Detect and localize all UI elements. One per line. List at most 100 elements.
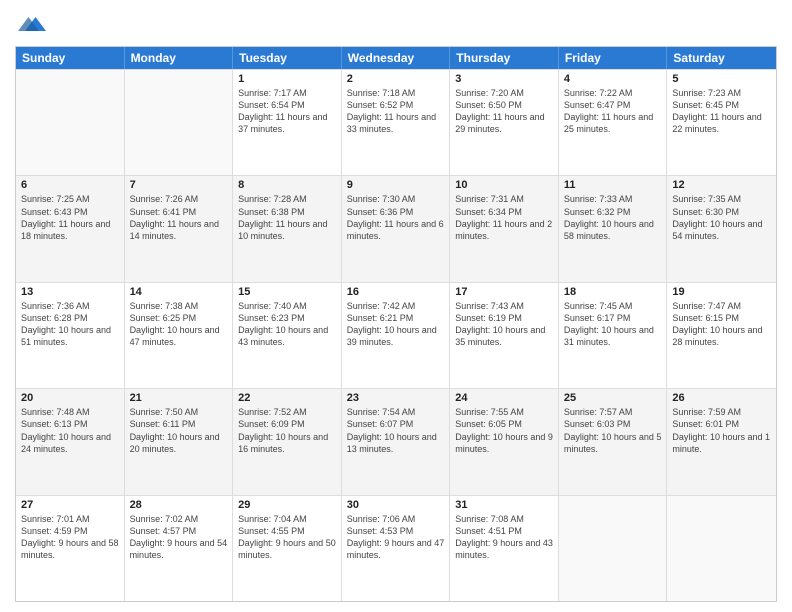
calendar-cell-day-3: 3 Sunrise: 7:20 AM Sunset: 6:50 PM Daylig… — [450, 70, 559, 175]
day-number: 13 — [21, 286, 119, 298]
day-details: Sunrise: 7:31 AM Sunset: 6:34 PM Dayligh… — [455, 193, 553, 242]
calendar-row-1: 1 Sunrise: 7:17 AM Sunset: 6:54 PM Daylig… — [16, 69, 776, 175]
day-details: Sunrise: 7:48 AM Sunset: 6:13 PM Dayligh… — [21, 406, 119, 455]
calendar-body: 1 Sunrise: 7:17 AM Sunset: 6:54 PM Daylig… — [16, 69, 776, 601]
day-number: 2 — [347, 73, 445, 85]
calendar-cell-day-4: 4 Sunrise: 7:22 AM Sunset: 6:47 PM Daylig… — [559, 70, 668, 175]
calendar-cell-day-29: 29 Sunrise: 7:04 AM Sunset: 4:55 PM Dayli… — [233, 496, 342, 601]
day-number: 4 — [564, 73, 662, 85]
calendar-cell-day-18: 18 Sunrise: 7:45 AM Sunset: 6:17 PM Dayli… — [559, 283, 668, 388]
day-number: 9 — [347, 179, 445, 191]
day-number: 27 — [21, 499, 119, 511]
day-details: Sunrise: 7:36 AM Sunset: 6:28 PM Dayligh… — [21, 300, 119, 349]
day-details: Sunrise: 7:08 AM Sunset: 4:51 PM Dayligh… — [455, 513, 553, 562]
calendar-cell-day-1: 1 Sunrise: 7:17 AM Sunset: 6:54 PM Daylig… — [233, 70, 342, 175]
day-details: Sunrise: 7:33 AM Sunset: 6:32 PM Dayligh… — [564, 193, 662, 242]
page-header — [15, 10, 777, 38]
calendar-cell-day-5: 5 Sunrise: 7:23 AM Sunset: 6:45 PM Daylig… — [667, 70, 776, 175]
day-details: Sunrise: 7:25 AM Sunset: 6:43 PM Dayligh… — [21, 193, 119, 242]
day-number: 7 — [130, 179, 228, 191]
calendar-row-3: 13 Sunrise: 7:36 AM Sunset: 6:28 PM Dayli… — [16, 282, 776, 388]
day-number: 17 — [455, 286, 553, 298]
weekday-header-monday: Monday — [125, 47, 234, 69]
day-number: 28 — [130, 499, 228, 511]
day-details: Sunrise: 7:59 AM Sunset: 6:01 PM Dayligh… — [672, 406, 771, 455]
calendar-cell-day-21: 21 Sunrise: 7:50 AM Sunset: 6:11 PM Dayli… — [125, 389, 234, 494]
calendar-cell-day-22: 22Sunrise: 7:52 AM Sunset: 6:09 PM Dayli… — [233, 389, 342, 494]
calendar-cell-day-25: 25 Sunrise: 7:57 AM Sunset: 6:03 PM Dayli… — [559, 389, 668, 494]
day-number: 5 — [672, 73, 771, 85]
calendar-cell-day-26: 26 Sunrise: 7:59 AM Sunset: 6:01 PM Dayli… — [667, 389, 776, 494]
calendar-cell-day-31: 31 Sunrise: 7:08 AM Sunset: 4:51 PM Dayli… — [450, 496, 559, 601]
calendar-header: SundayMondayTuesdayWednesdayThursdayFrid… — [16, 47, 776, 69]
day-number: 8 — [238, 179, 336, 191]
day-number: 18 — [564, 286, 662, 298]
day-number: 15 — [238, 286, 336, 298]
day-number: 26 — [672, 392, 771, 404]
weekday-header-tuesday: Tuesday — [233, 47, 342, 69]
day-details: Sunrise: 7:28 AM Sunset: 6:38 PM Dayligh… — [238, 193, 336, 242]
calendar-cell-day-15: 15 Sunrise: 7:40 AM Sunset: 6:23 PM Dayli… — [233, 283, 342, 388]
calendar-cell-day-14: 14Sunrise: 7:38 AM Sunset: 6:25 PM Dayli… — [125, 283, 234, 388]
day-details: Sunrise: 7:02 AM Sunset: 4:57 PM Dayligh… — [130, 513, 228, 562]
logo — [15, 10, 46, 38]
day-details: Sunrise: 7:04 AM Sunset: 4:55 PM Dayligh… — [238, 513, 336, 562]
day-details: Sunrise: 7:38 AM Sunset: 6:25 PM Dayligh… — [130, 300, 228, 349]
day-details: Sunrise: 7:43 AM Sunset: 6:19 PM Dayligh… — [455, 300, 553, 349]
day-details: Sunrise: 7:35 AM Sunset: 6:30 PM Dayligh… — [672, 193, 771, 242]
day-number: 11 — [564, 179, 662, 191]
day-details: Sunrise: 7:20 AM Sunset: 6:50 PM Dayligh… — [455, 87, 553, 136]
day-number: 23 — [347, 392, 445, 404]
day-details: Sunrise: 7:50 AM Sunset: 6:11 PM Dayligh… — [130, 406, 228, 455]
day-details: Sunrise: 7:55 AM Sunset: 6:05 PM Dayligh… — [455, 406, 553, 455]
day-details: Sunrise: 7:47 AM Sunset: 6:15 PM Dayligh… — [672, 300, 771, 349]
calendar-cell-day-30: 30Sunrise: 7:06 AM Sunset: 4:53 PM Dayli… — [342, 496, 451, 601]
calendar-cell-day-11: 11 Sunrise: 7:33 AM Sunset: 6:32 PM Dayli… — [559, 176, 668, 281]
calendar-cell-day-23: 23 Sunrise: 7:54 AM Sunset: 6:07 PM Dayli… — [342, 389, 451, 494]
day-details: Sunrise: 7:17 AM Sunset: 6:54 PM Dayligh… — [238, 87, 336, 136]
logo-icon — [18, 10, 46, 38]
day-number: 1 — [238, 73, 336, 85]
calendar-cell-day-24: 24 Sunrise: 7:55 AM Sunset: 6:05 PM Dayli… — [450, 389, 559, 494]
calendar-cell-empty — [667, 496, 776, 601]
weekday-header-thursday: Thursday — [450, 47, 559, 69]
day-number: 3 — [455, 73, 553, 85]
day-number: 6 — [21, 179, 119, 191]
day-details: Sunrise: 7:23 AM Sunset: 6:45 PM Dayligh… — [672, 87, 771, 136]
calendar-cell-day-13: 13 Sunrise: 7:36 AM Sunset: 6:28 PM Dayli… — [16, 283, 125, 388]
day-number: 31 — [455, 499, 553, 511]
calendar-cell-day-17: 17 Sunrise: 7:43 AM Sunset: 6:19 PM Dayli… — [450, 283, 559, 388]
weekday-header-sunday: Sunday — [16, 47, 125, 69]
day-number: 19 — [672, 286, 771, 298]
day-details: Sunrise: 7:06 AM Sunset: 4:53 PM Dayligh… — [347, 513, 445, 562]
calendar-cell-day-28: 28 Sunrise: 7:02 AM Sunset: 4:57 PM Dayli… — [125, 496, 234, 601]
calendar-cell-day-7: 7 Sunrise: 7:26 AM Sunset: 6:41 PM Daylig… — [125, 176, 234, 281]
day-number: 21 — [130, 392, 228, 404]
calendar-cell-day-2: 2 Sunrise: 7:18 AM Sunset: 6:52 PM Daylig… — [342, 70, 451, 175]
day-details: Sunrise: 7:30 AM Sunset: 6:36 PM Dayligh… — [347, 193, 445, 242]
day-details: Sunrise: 7:57 AM Sunset: 6:03 PM Dayligh… — [564, 406, 662, 455]
calendar-row-5: 27 Sunrise: 7:01 AM Sunset: 4:59 PM Dayli… — [16, 495, 776, 601]
day-number: 24 — [455, 392, 553, 404]
day-number: 20 — [21, 392, 119, 404]
day-details: Sunrise: 7:42 AM Sunset: 6:21 PM Dayligh… — [347, 300, 445, 349]
day-number: 25 — [564, 392, 662, 404]
weekday-header-wednesday: Wednesday — [342, 47, 451, 69]
calendar: SundayMondayTuesdayWednesdayThursdayFrid… — [15, 46, 777, 602]
day-details: Sunrise: 7:18 AM Sunset: 6:52 PM Dayligh… — [347, 87, 445, 136]
day-number: 10 — [455, 179, 553, 191]
calendar-cell-day-8: 8 Sunrise: 7:28 AM Sunset: 6:38 PM Daylig… — [233, 176, 342, 281]
day-details: Sunrise: 7:01 AM Sunset: 4:59 PM Dayligh… — [21, 513, 119, 562]
calendar-cell-day-9: 9 Sunrise: 7:30 AM Sunset: 6:36 PM Daylig… — [342, 176, 451, 281]
day-details: Sunrise: 7:54 AM Sunset: 6:07 PM Dayligh… — [347, 406, 445, 455]
calendar-cell-empty — [559, 496, 668, 601]
calendar-cell-day-16: 16Sunrise: 7:42 AM Sunset: 6:21 PM Dayli… — [342, 283, 451, 388]
day-details: Sunrise: 7:40 AM Sunset: 6:23 PM Dayligh… — [238, 300, 336, 349]
day-details: Sunrise: 7:22 AM Sunset: 6:47 PM Dayligh… — [564, 87, 662, 136]
day-number: 29 — [238, 499, 336, 511]
weekday-header-saturday: Saturday — [667, 47, 776, 69]
day-details: Sunrise: 7:26 AM Sunset: 6:41 PM Dayligh… — [130, 193, 228, 242]
calendar-cell-day-27: 27 Sunrise: 7:01 AM Sunset: 4:59 PM Dayli… — [16, 496, 125, 601]
day-details: Sunrise: 7:52 AM Sunset: 6:09 PM Dayligh… — [238, 406, 336, 455]
day-details: Sunrise: 7:45 AM Sunset: 6:17 PM Dayligh… — [564, 300, 662, 349]
